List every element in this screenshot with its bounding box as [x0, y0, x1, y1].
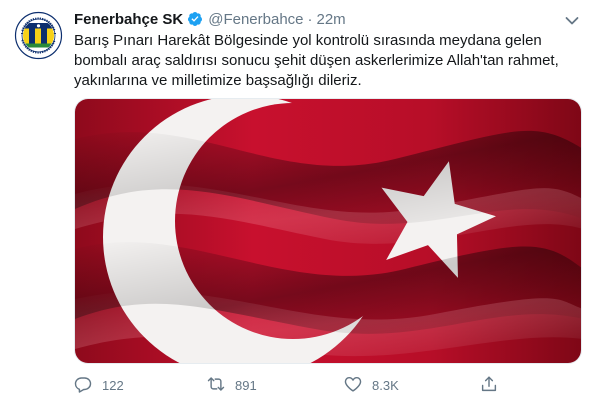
reply-icon — [74, 375, 92, 396]
tweet-text-line: yakınlarına ve milletimize başsağlığı di… — [74, 72, 362, 89]
like-count: 8.3K — [372, 377, 399, 393]
tweet-media-image[interactable] — [74, 98, 582, 364]
fenerbahce-logo-icon — [14, 11, 63, 60]
handle[interactable]: @Fenerbahce — [208, 11, 303, 28]
turkish-flag-icon — [75, 99, 581, 363]
separator-dot: · — [307, 10, 313, 28]
reply-button[interactable]: 122 — [74, 374, 124, 396]
timestamp[interactable]: 22m — [317, 11, 346, 28]
reply-count: 122 — [102, 377, 124, 393]
retweet-count: 891 — [235, 377, 257, 393]
retweet-icon — [207, 375, 225, 396]
more-options-chevron-icon[interactable] — [565, 13, 579, 25]
tweet[interactable]: Fenerbahçe SK @Fenerbahce · 22m Barış Pı… — [0, 0, 597, 406]
share-button[interactable] — [480, 374, 498, 396]
tweet-text-line: Barış Pınarı Harekât Bölgesinde yol kont… — [74, 32, 542, 49]
verified-badge-icon — [187, 11, 203, 27]
heart-icon — [344, 375, 362, 396]
share-icon — [480, 375, 498, 396]
tweet-text: Barış Pınarı Harekât Bölgesinde yol kont… — [74, 31, 586, 91]
display-name[interactable]: Fenerbahçe SK — [74, 11, 183, 28]
like-button[interactable]: 8.3K — [344, 374, 399, 396]
tweet-actions: 122 891 8.3K — [74, 374, 504, 396]
tweet-text-line: bombalı araç saldırısı sonucu şehit düşe… — [74, 52, 559, 69]
retweet-button[interactable]: 891 — [207, 374, 257, 396]
avatar[interactable] — [14, 11, 63, 60]
tweet-header: Fenerbahçe SK @Fenerbahce · 22m — [74, 9, 346, 29]
